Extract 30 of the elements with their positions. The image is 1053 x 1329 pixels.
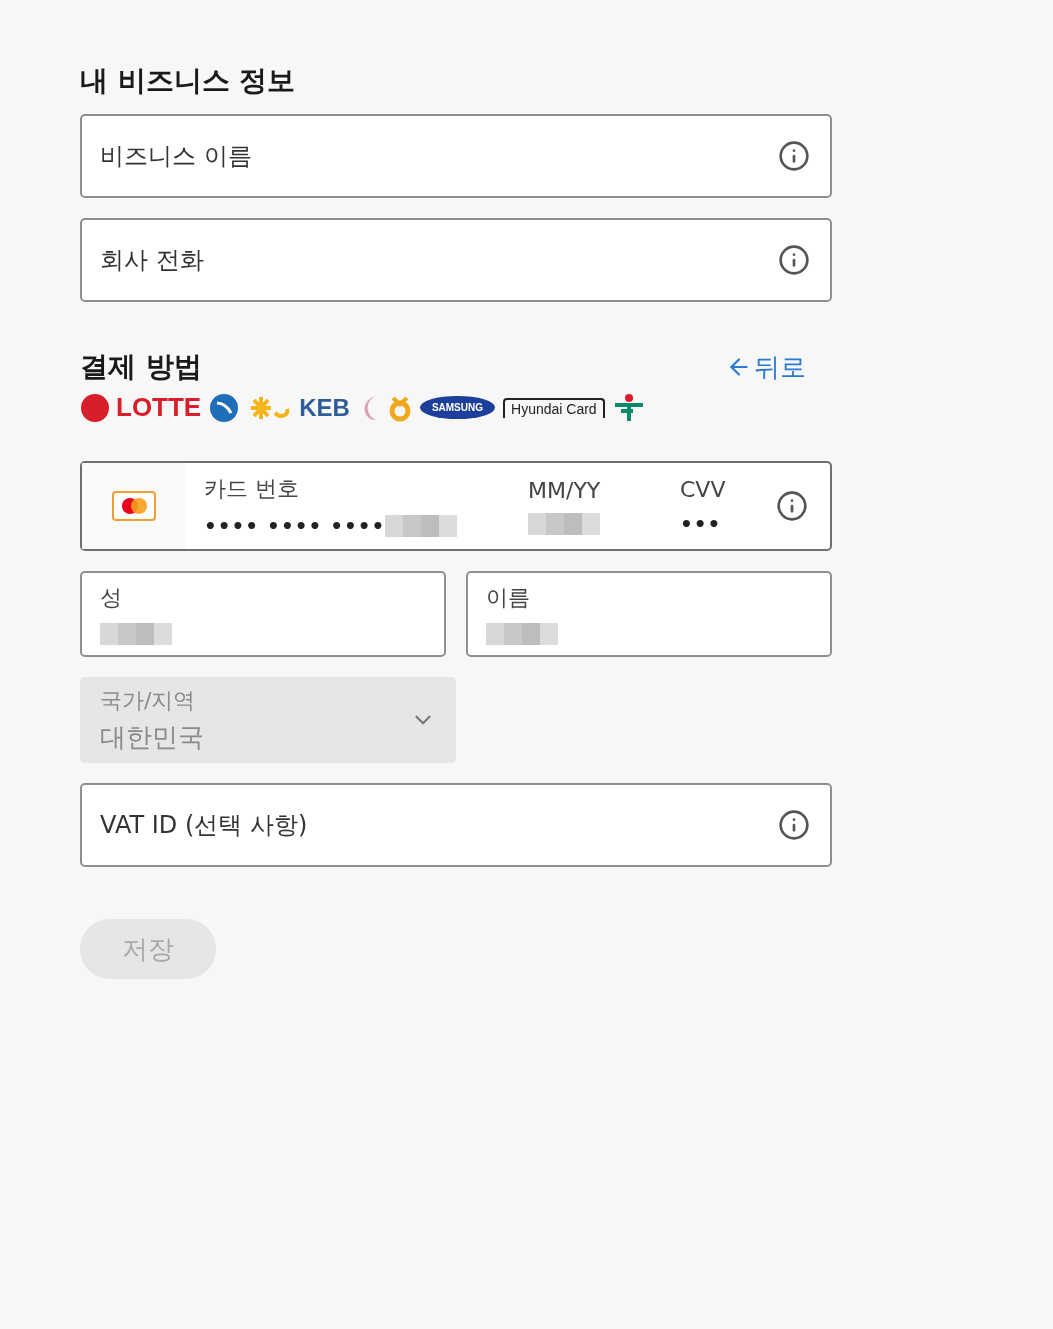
card-logo: SAMSUNG bbox=[419, 396, 495, 419]
info-icon[interactable] bbox=[778, 809, 810, 841]
section-title: 결제 방법 bbox=[80, 349, 202, 385]
blurred-value-drawing bbox=[100, 623, 172, 645]
back-link[interactable]: 뒤로 bbox=[726, 349, 806, 385]
field-label: MM/YY bbox=[528, 477, 602, 503]
card-number-value: •••• •••• •••• bbox=[204, 514, 386, 538]
select-value: 대한민국 bbox=[100, 720, 204, 754]
field-label: 성 bbox=[100, 584, 123, 612]
field-label: 국가/지역 bbox=[100, 686, 197, 715]
info-icon[interactable] bbox=[778, 140, 810, 172]
field-label: CVV bbox=[680, 476, 727, 502]
text-field[interactable]: VAT ID (선택 사항) bbox=[80, 783, 832, 867]
cvv-value: ••• bbox=[680, 511, 723, 536]
section-title: 내 비즈니스 정보 bbox=[80, 63, 297, 99]
card-logo: Hyundai Card bbox=[503, 397, 605, 418]
name-field[interactable]: 이름 bbox=[466, 571, 832, 657]
blurred-value-drawing bbox=[528, 512, 600, 535]
blurred-value-drawing bbox=[486, 623, 558, 645]
info-icon[interactable] bbox=[776, 490, 808, 522]
card-logo: KEB bbox=[299, 393, 350, 422]
card-field[interactable]: 카드 번호 •••• •••• •••• MM/YY CVV ••• bbox=[80, 461, 832, 551]
name-field[interactable]: 성 bbox=[80, 571, 446, 657]
text-field[interactable]: 비즈니스 이름 bbox=[80, 114, 832, 198]
field-label: 이름 bbox=[486, 584, 531, 612]
text-field[interactable]: 회사 전화 bbox=[80, 218, 832, 302]
info-icon[interactable] bbox=[778, 244, 810, 276]
field-label: 카드 번호 bbox=[204, 475, 300, 503]
credit-card-icon bbox=[112, 491, 156, 521]
card-logo: LOTTE bbox=[116, 392, 202, 423]
